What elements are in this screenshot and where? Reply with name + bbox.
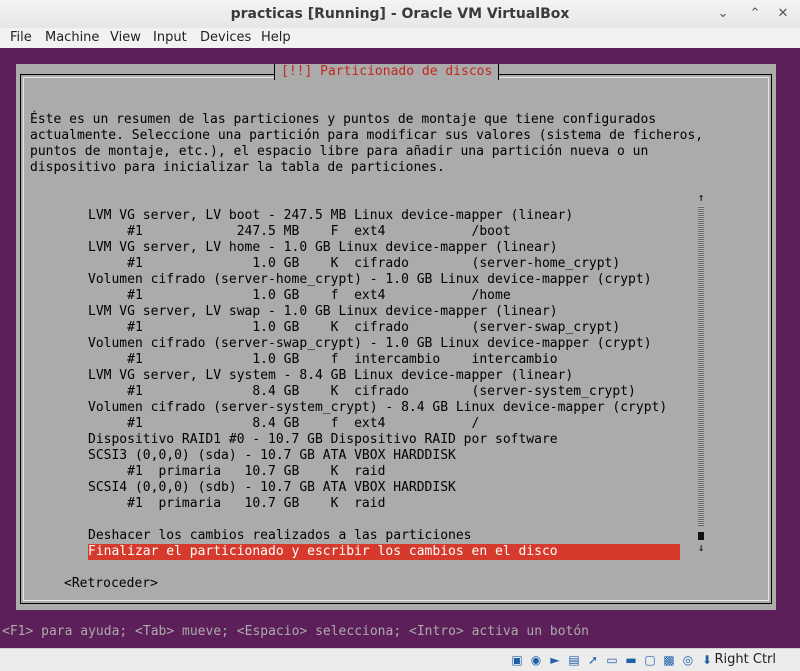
partition-entry[interactable]: Dispositivo RAID1 #0 - 10.7 GB Dispositi… [88,432,667,448]
partition-entry[interactable]: #1 1.0 GB f intercambio intercambio [88,352,667,368]
display-icon[interactable]: ▬ [624,653,638,667]
optical-drive-icon[interactable]: ◉ [529,653,543,667]
intro-line: actualmente. Seleccione una partición pa… [30,128,704,143]
close-icon[interactable]: ✕ [774,5,792,23]
menu-view[interactable]: View [110,30,141,45]
partition-entry[interactable]: #1 1.0 GB K cifrado (server-home_crypt) [88,256,667,272]
partition-entry[interactable]: SCSI3 (0,0,0) (sda) - 10.7 GB ATA VBOX H… [88,448,667,464]
partition-entry[interactable]: #1 247.5 MB F ext4 /boot [88,224,667,240]
shared-folder-icon[interactable]: ▭ [605,653,619,667]
finish-partitioning-option[interactable]: Finalizar el particionado y escribir los… [88,544,680,560]
window-titlebar: practicas [Running] - Oracle VM VirtualB… [0,0,800,29]
back-button[interactable]: <Retroceder> [64,576,158,591]
network-icon[interactable]: ▤ [567,653,581,667]
usb-icon[interactable]: ➚ [586,653,600,667]
menu-devices[interactable]: Devices [200,30,251,45]
menu-file[interactable]: File [10,30,32,45]
maximize-icon[interactable]: ⌃ [746,5,764,23]
minimize-icon[interactable]: ⌄ [714,5,732,23]
intro-line: puntos de montaje, etc.), el espacio lib… [30,144,649,159]
intro-line: dispositivo para inicializar la tabla de… [30,160,445,175]
scroll-track[interactable] [698,206,704,526]
undo-changes-option[interactable]: Deshacer los cambios realizados a las pa… [88,528,680,544]
video-capture-icon[interactable]: ▢ [643,653,657,667]
partition-entry[interactable]: #1 primaria 10.7 GB K raid [88,464,667,480]
action-list: Deshacer los cambios realizados a las pa… [88,528,680,560]
intro-line: Éste es un resumen de las particiones y … [30,112,657,127]
menu-input[interactable]: Input [153,30,187,45]
window-title: practicas [Running] - Oracle VM VirtualB… [230,6,570,22]
partition-entry[interactable]: #1 8.4 GB f ext4 / [88,416,667,432]
partition-entry[interactable]: #1 1.0 GB f ext4 /home [88,288,667,304]
scroll-thumb[interactable] [698,532,704,540]
menu-machine[interactable]: Machine [45,30,99,45]
partition-entry[interactable]: LVM VG server, LV boot - 247.5 MB Linux … [88,208,667,224]
status-bar: ▣ ◉ ► ▤ ➚ ▭ ▬ ▢ ▩ ◎ ⬇ Right Ctrl [0,648,800,671]
scrollbar[interactable]: ↑ ↓ [696,192,706,554]
partition-entry[interactable]: Volumen cifrado (server-system_crypt) - … [88,400,667,416]
scroll-down-icon[interactable]: ↓ [696,542,706,554]
partition-entry[interactable]: Volumen cifrado (server-home_crypt) - 1.… [88,272,667,288]
partition-dialog: [!!] Particionado de discos Éste es un r… [16,64,776,610]
partition-entry[interactable]: #1 1.0 GB K cifrado (server-swap_crypt) [88,320,667,336]
intro-text: Éste es un resumen de las particiones y … [30,112,703,176]
partition-list: LVM VG server, LV boot - 247.5 MB Linux … [88,208,667,512]
help-line: <F1> para ayuda; <Tab> mueve; <Espacio> … [0,624,800,640]
dialog-title: [!!] Particionado de discos [274,64,500,80]
cpu-icon[interactable]: ▩ [662,653,676,667]
vm-screen[interactable]: [!!] Particionado de discos Éste es un r… [0,48,800,648]
partition-entry[interactable]: Volumen cifrado (server-swap_crypt) - 1.… [88,336,667,352]
partition-entry[interactable]: LVM VG server, LV swap - 1.0 GB Linux de… [88,304,667,320]
host-key-label: Right Ctrl [714,652,777,667]
partition-entry[interactable]: #1 primaria 10.7 GB K raid [88,496,667,512]
partition-entry[interactable]: #1 8.4 GB K cifrado (server-system_crypt… [88,384,667,400]
partition-entry[interactable]: SCSI4 (0,0,0) (sdb) - 10.7 GB ATA VBOX H… [88,480,667,496]
menu-help[interactable]: Help [261,30,291,45]
audio-icon[interactable]: ► [548,653,562,667]
menu-bar: File Machine View Input Devices Help [0,28,800,48]
partition-entry[interactable]: LVM VG server, LV system - 8.4 GB Linux … [88,368,667,384]
arrow-icon[interactable]: ⬇ [700,653,714,667]
hard-disk-icon[interactable]: ▣ [510,653,524,667]
scroll-up-icon[interactable]: ↑ [696,192,706,204]
mouse-integration-icon[interactable]: ◎ [681,653,695,667]
partition-entry[interactable]: LVM VG server, LV home - 1.0 GB Linux de… [88,240,667,256]
